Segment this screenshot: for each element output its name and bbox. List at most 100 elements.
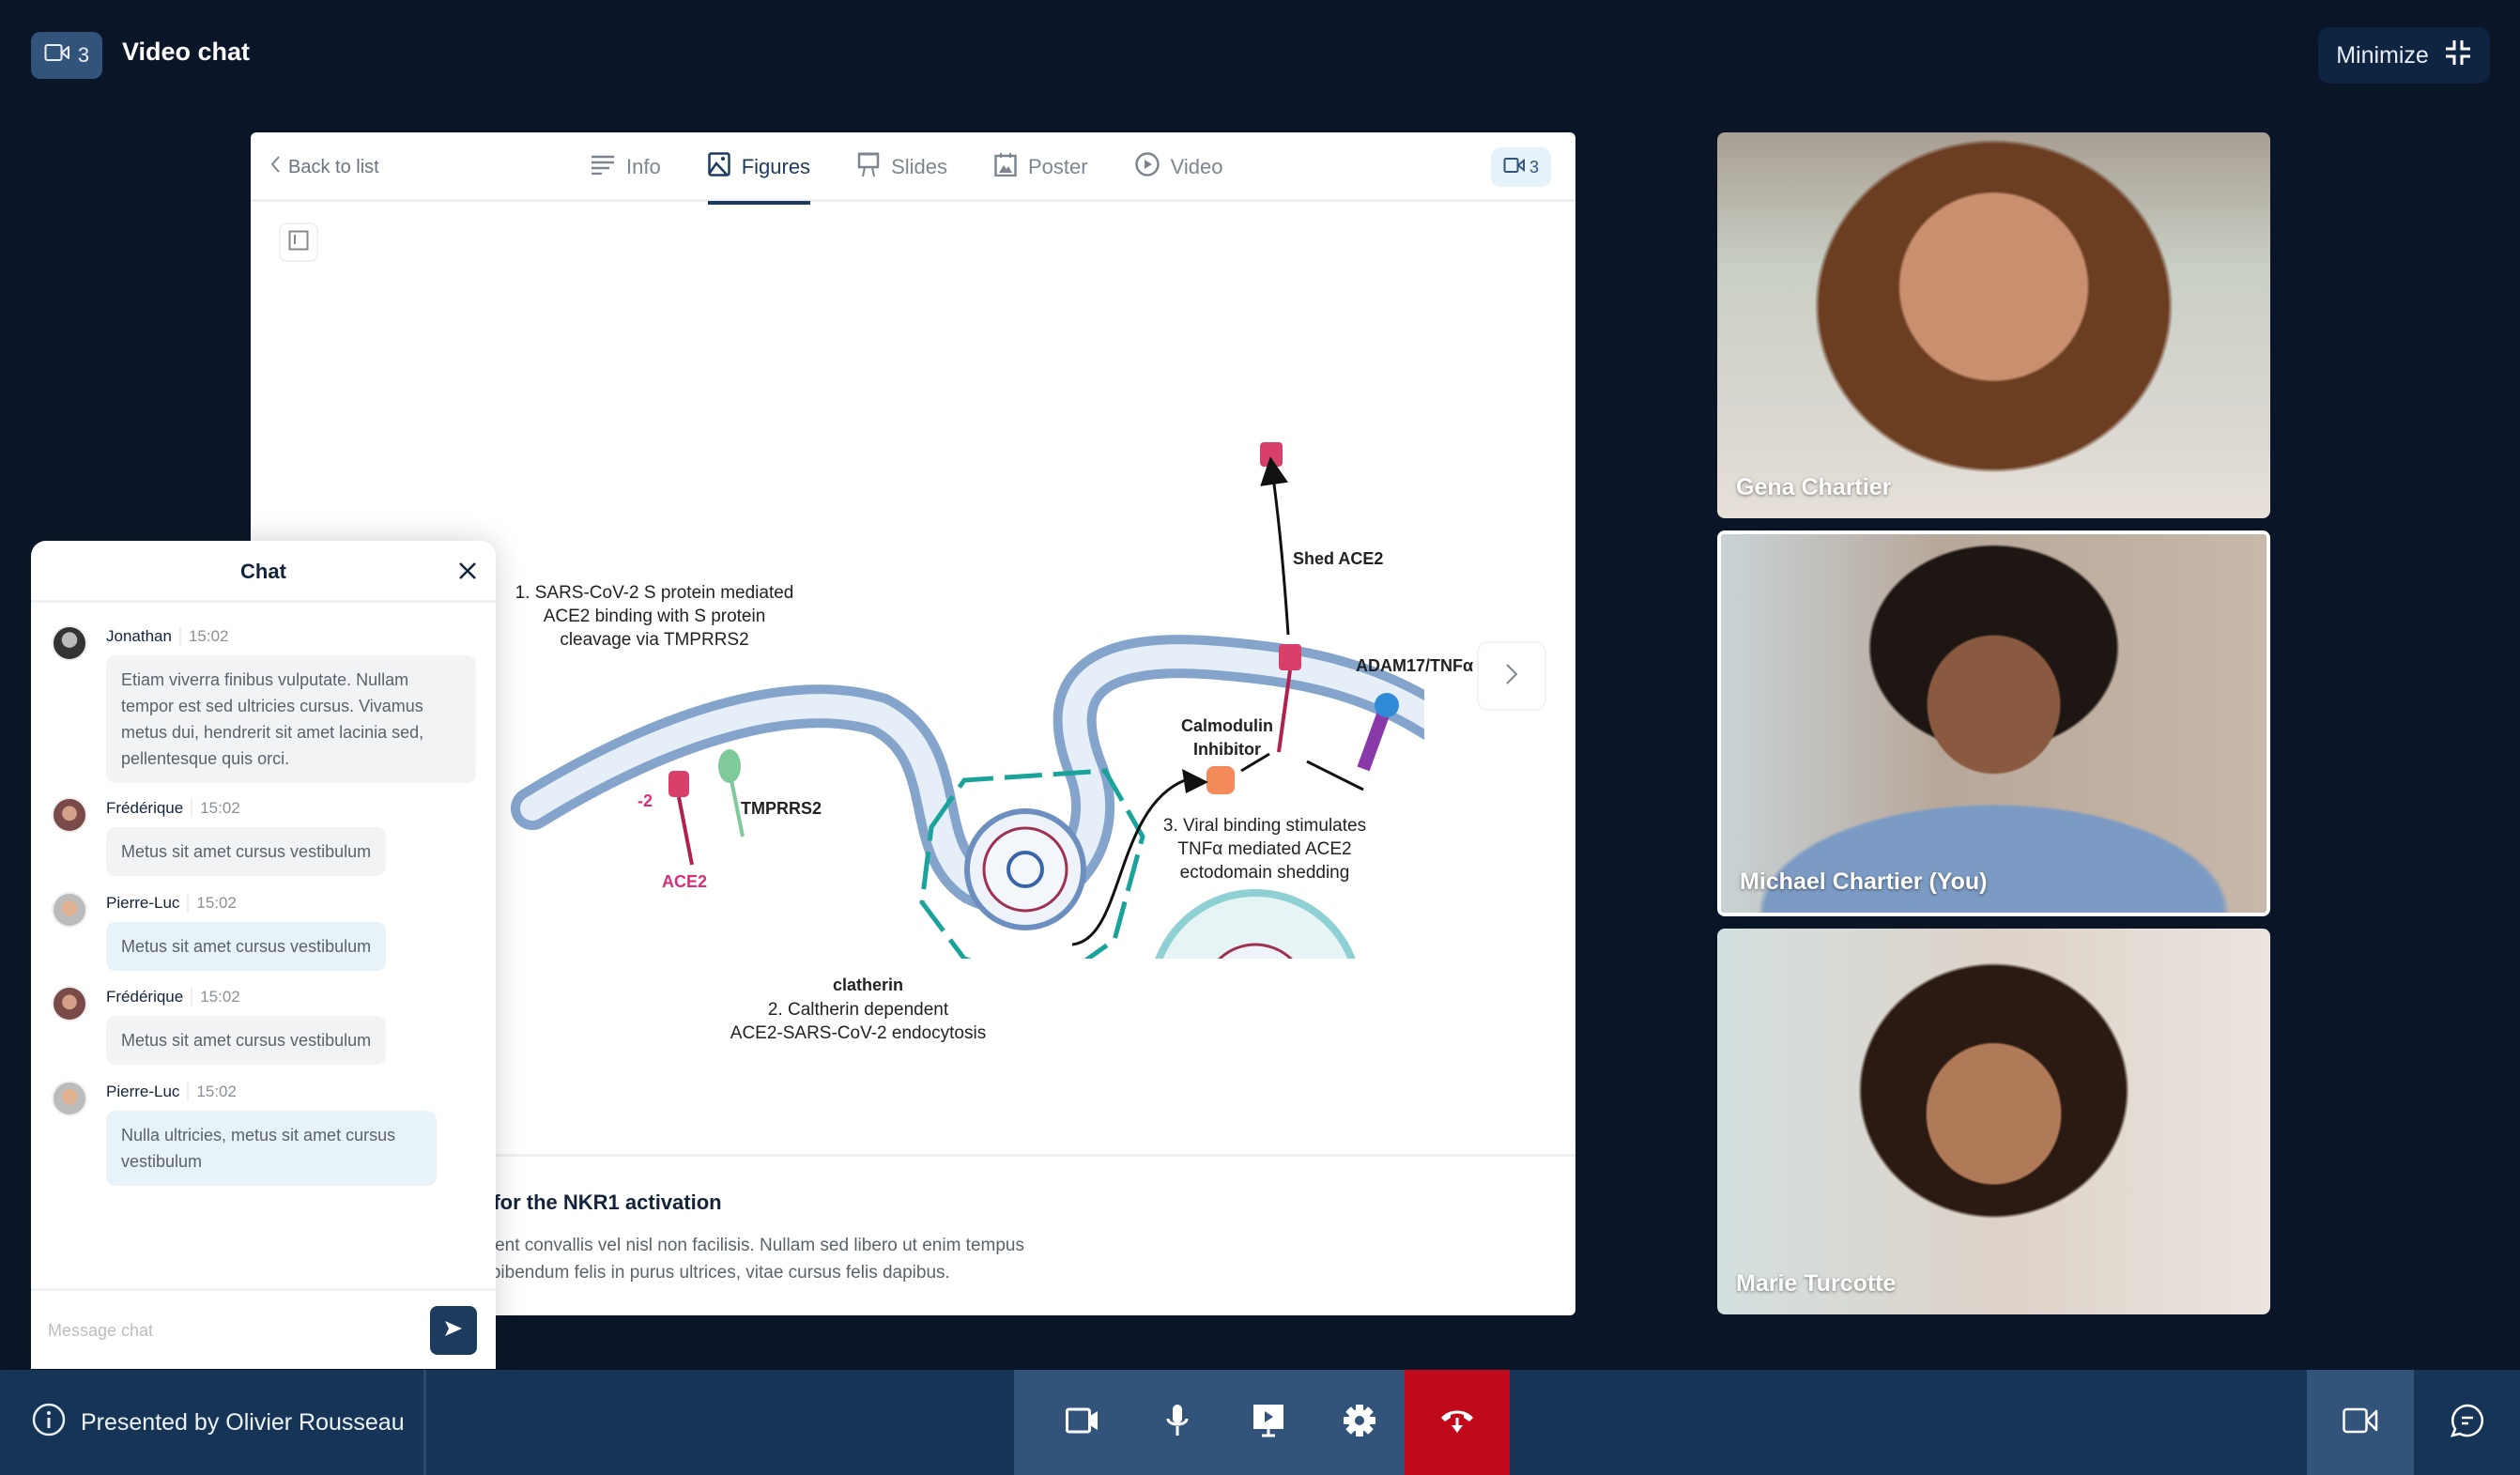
- back-label: Back to list: [288, 156, 379, 177]
- participants-count: 3: [77, 43, 90, 67]
- message-bubble: Nulla ultricies, metus sit amet cursus v…: [106, 1111, 437, 1186]
- tab-video[interactable]: Video: [1134, 132, 1223, 202]
- label-tmprrs2: TMPRRS2: [741, 799, 822, 818]
- step2-line1: 2. Caltherin dependent: [767, 1000, 949, 1020]
- participant-name: Gena Chartier: [1736, 474, 1892, 500]
- calmodulin-line1: Calmodulin: [1181, 716, 1273, 735]
- lines-icon: [591, 154, 615, 180]
- step3-caption: 3. Viral binding stimulates TNFα mediate…: [1143, 814, 1387, 884]
- call-controls: [1014, 1370, 1510, 1475]
- message-author: Pierre-Luc: [106, 1083, 180, 1100]
- sidebar-toggle-button[interactable]: [279, 223, 318, 262]
- camera-count: 3: [1529, 157, 1539, 177]
- toggle-video-grid-button[interactable]: [2307, 1370, 2414, 1475]
- video-camera-icon: [44, 43, 70, 68]
- send-arrow-icon: [444, 1320, 463, 1342]
- label-clatherin: clatherin: [833, 976, 904, 994]
- next-figure-button[interactable]: [1477, 641, 1546, 711]
- content-tabs: Info Figures Slides Poster Video: [591, 132, 1223, 205]
- minimize-button[interactable]: Minimize: [2318, 27, 2490, 84]
- microphone-toggle-button[interactable]: [1131, 1370, 1222, 1475]
- info-icon: [32, 1403, 66, 1443]
- hang-up-button[interactable]: [1405, 1370, 1510, 1475]
- tab-slides-label: Slides: [891, 155, 947, 178]
- microphone-icon: [1165, 1404, 1190, 1442]
- step1-line3: cleavage via TMPRRS2: [560, 630, 749, 650]
- participant-name: Marie Turcotte: [1736, 1270, 1897, 1297]
- step3-line3: ectodomain shedding: [1179, 863, 1350, 883]
- video-camera-icon: [2343, 1407, 2378, 1438]
- label-shed-ace2: Shed ACE2: [1293, 549, 1384, 568]
- step3-line2: TNFα mediated ACE2: [1177, 839, 1352, 859]
- participants-badge[interactable]: 3: [31, 32, 102, 79]
- message-author: Pierre-Luc: [106, 894, 180, 912]
- message-time: 15:02: [200, 988, 240, 1006]
- panel-header: Back to list Info Figures Slides Poster …: [251, 132, 1575, 205]
- figure-diagram: 1. SARS-CoV-2 S protein mediated ACE2 bi…: [392, 395, 1575, 1103]
- chat-header: Chat: [31, 541, 496, 603]
- chat-composer: [31, 1288, 496, 1369]
- avatar: [52, 625, 87, 661]
- participant-tile-self[interactable]: Michael Chartier (You): [1717, 530, 2270, 916]
- message-time: 15:02: [196, 894, 237, 912]
- step1-caption: 1. SARS-CoV-2 S protein mediated ACE2 bi…: [514, 581, 795, 652]
- message-input[interactable]: [48, 1312, 423, 1349]
- chat-title: Chat: [240, 560, 286, 583]
- step3-line1: 3. Viral binding stimulates: [1162, 816, 1367, 836]
- participant-name: Michael Chartier (You): [1740, 868, 1988, 895]
- message-time: 15:02: [200, 799, 240, 817]
- video-feed: [1717, 132, 2270, 518]
- tab-slides[interactable]: Slides: [857, 132, 947, 202]
- tab-video-label: Video: [1170, 155, 1223, 178]
- calmodulin-inhibitor: [1206, 766, 1235, 794]
- step2-caption: 2. Caltherin dependent ACE2-SARS-CoV-2 e…: [708, 998, 1008, 1045]
- figure-body: esent convallis vel nisl non facilisis. …: [476, 1232, 1321, 1286]
- sidebar-panel-icon: [288, 230, 309, 255]
- image-icon: [707, 152, 730, 182]
- tab-info[interactable]: Info: [591, 132, 661, 202]
- figure-title: y for the NKR1 activation: [476, 1191, 722, 1214]
- shed-ace2: [1260, 442, 1283, 467]
- video-camera-icon: [1503, 157, 1526, 178]
- presenter-label: Presented by Olivier Rousseau: [81, 1408, 405, 1436]
- chat-bubble-icon: [2450, 1404, 2484, 1442]
- close-chat-button[interactable]: [454, 558, 481, 584]
- camera-count-badge[interactable]: 3: [1491, 147, 1551, 187]
- chat-panel: Chat Jonathan 15:02 Etiam viverra finibus…: [31, 541, 496, 1369]
- tab-poster[interactable]: Poster: [994, 132, 1088, 202]
- calmodulin-line2: Inhibitor: [1193, 740, 1261, 759]
- participant-tile[interactable]: Marie Turcotte: [1717, 929, 2270, 1314]
- figure-body-line2: n bibendum felis in purus ultrices, vita…: [476, 1263, 950, 1283]
- camera-icon: [1065, 1407, 1099, 1438]
- poster-icon: [994, 152, 1017, 182]
- video-feed: [1717, 929, 2270, 1314]
- avatar: [52, 892, 87, 928]
- back-to-list-link[interactable]: Back to list: [269, 155, 379, 179]
- tab-figures[interactable]: Figures: [707, 132, 811, 205]
- camera-toggle-button[interactable]: [1014, 1370, 1131, 1475]
- participant-tile[interactable]: Gena Chartier: [1717, 132, 2270, 518]
- message-bubble: Etiam viverra finibus vulputate. Nullam …: [106, 655, 476, 783]
- minimize-label: Minimize: [2336, 41, 2429, 69]
- settings-button[interactable]: [1314, 1370, 1405, 1475]
- message-author: Frédérique: [106, 988, 184, 1006]
- send-button[interactable]: [430, 1306, 477, 1355]
- label-ace2: ACE2: [662, 872, 708, 891]
- play-circle-icon: [1134, 152, 1160, 182]
- minimize-arrows-icon: [2444, 38, 2472, 73]
- message-bubble: Metus sit amet cursus vestibulum: [106, 827, 387, 876]
- page-title: Video chat: [122, 38, 251, 66]
- label-cov2-partial: -2: [638, 791, 653, 810]
- message-bubble: Metus sit amet cursus vestibulum: [106, 1016, 387, 1065]
- chevron-right-icon: [1505, 663, 1518, 690]
- toggle-chat-button[interactable]: [2414, 1370, 2520, 1475]
- easel-icon: [857, 151, 880, 183]
- avatar: [52, 986, 87, 1022]
- message-time: 15:02: [196, 1083, 237, 1100]
- chevron-left-icon: [269, 155, 281, 179]
- close-icon: [454, 562, 481, 588]
- label-adam17: ADAM17/TNFα: [1356, 656, 1474, 675]
- tab-info-label: Info: [626, 155, 661, 178]
- share-screen-button[interactable]: [1222, 1370, 1314, 1475]
- avatar: [52, 1081, 87, 1116]
